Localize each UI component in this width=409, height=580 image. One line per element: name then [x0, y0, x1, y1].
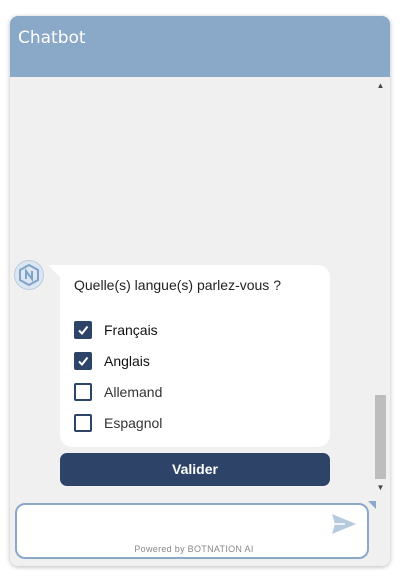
chat-header: Chatbot: [10, 16, 390, 77]
scroll-up-icon[interactable]: ▲: [373, 79, 388, 93]
bubble-tail: [48, 265, 60, 277]
message-list[interactable]: Quelle(s) langue(s) parlez-vous ? França…: [10, 77, 390, 501]
message-bubble: Quelle(s) langue(s) parlez-vous ? França…: [60, 265, 330, 447]
message-input-box[interactable]: Powered by BOTNATION AI: [15, 503, 369, 559]
checkbox-espagnol[interactable]: [74, 414, 92, 432]
option-anglais[interactable]: Anglais: [74, 352, 314, 374]
checkbox-anglais[interactable]: [74, 352, 92, 370]
checkbox-francais[interactable]: [74, 321, 92, 339]
header-title: Chatbot: [18, 28, 86, 48]
check-icon: [78, 325, 89, 336]
check-icon: [78, 356, 89, 367]
option-label: Français: [104, 322, 158, 338]
option-label: Espagnol: [104, 415, 163, 431]
scroll-down-icon[interactable]: ▼: [373, 481, 388, 495]
composer-corner: [368, 501, 376, 509]
botnation-logo-icon: [19, 263, 39, 287]
valider-button[interactable]: Valider: [60, 453, 330, 486]
option-label: Anglais: [104, 353, 150, 369]
chatbot-widget: Chatbot Quelle(s) langue(s) parlez-vous …: [10, 16, 390, 566]
composer: Powered by BOTNATION AI: [10, 501, 390, 566]
option-espagnol[interactable]: Espagnol: [74, 414, 314, 436]
message-input[interactable]: [23, 511, 327, 539]
send-button[interactable]: [331, 513, 357, 535]
scroll-thumb[interactable]: [375, 395, 386, 479]
bot-avatar: [14, 260, 44, 290]
option-francais[interactable]: Français: [74, 321, 314, 343]
question-text: Quelle(s) langue(s) parlez-vous ?: [74, 277, 281, 293]
option-allemand[interactable]: Allemand: [74, 383, 314, 405]
checkbox-allemand[interactable]: [74, 383, 92, 401]
scrollbar[interactable]: ▲ ▼: [373, 77, 388, 501]
send-icon: [332, 514, 356, 534]
powered-by-text: Powered by BOTNATION AI: [134, 544, 254, 554]
option-label: Allemand: [104, 384, 163, 400]
